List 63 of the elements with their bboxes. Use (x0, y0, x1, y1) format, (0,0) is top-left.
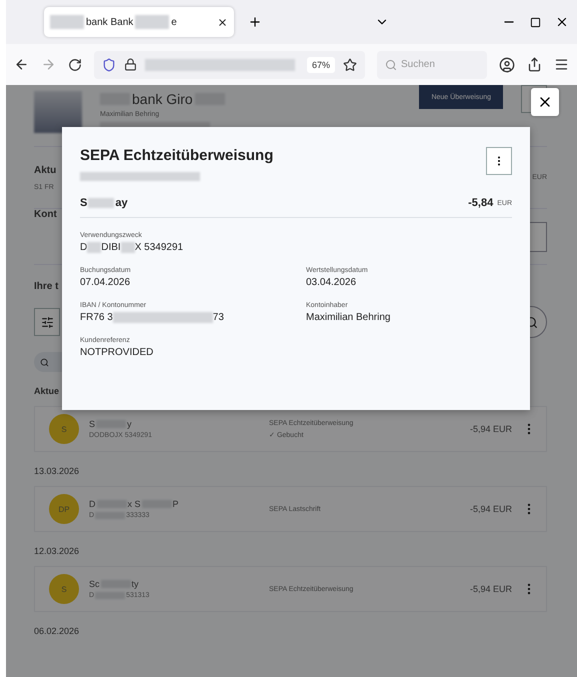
share-icon (527, 57, 542, 72)
text: 07.04.2026 (80, 277, 130, 288)
initials-avatar: DP (49, 494, 79, 524)
redaction-block (88, 198, 114, 208)
text: x S (128, 499, 141, 509)
date-heading: 13.03.2026 (34, 465, 80, 478)
star-icon (343, 58, 357, 72)
back-icon (14, 57, 29, 72)
text: P (172, 499, 179, 509)
shield-icon (102, 58, 116, 72)
text: 03.04.2026 (306, 277, 356, 288)
initials-avatar: S (49, 574, 79, 604)
address-bar[interactable]: 67% (94, 50, 365, 78)
logo-placeholder (34, 91, 82, 133)
close-button[interactable] (531, 88, 559, 116)
initials-avatar: S (49, 414, 79, 444)
section-title: Aktu (34, 164, 56, 176)
search-icon (40, 358, 49, 366)
redaction-block (50, 15, 84, 29)
amount: -5,84 (468, 197, 494, 209)
text: bank Bank (86, 16, 134, 28)
search-icon (385, 58, 397, 70)
lock-icon (124, 58, 137, 71)
text: NOTPROVIDED (80, 347, 154, 358)
browser-tab[interactable]: bank Bank e (44, 7, 234, 37)
text: ty (132, 579, 139, 589)
text: bank Giro (132, 91, 193, 107)
maximize-icon (530, 16, 541, 28)
text: D (80, 242, 88, 253)
text: FR76 3 (80, 312, 113, 323)
amount: -5,94 EUR (470, 584, 512, 594)
text: Sc (89, 579, 100, 589)
text: S (89, 419, 96, 429)
account-icon (499, 56, 515, 72)
redaction-block (87, 242, 102, 253)
menu-icon (554, 57, 569, 72)
date-heading: 12.03.2026 (34, 545, 80, 558)
text: 73 (212, 312, 224, 323)
text: ay (115, 197, 128, 209)
date-heading: Aktue (34, 385, 60, 398)
section-title: Ihre t (34, 281, 58, 292)
text: e (171, 16, 177, 28)
filter-button[interactable] (34, 308, 60, 336)
redaction-block (135, 15, 170, 29)
reload-icon (68, 58, 82, 72)
redaction-block (120, 242, 135, 253)
zoom-level[interactable]: 67% (306, 56, 335, 72)
close-icon (555, 15, 569, 29)
plus-icon (248, 15, 262, 29)
sliders-icon (40, 316, 54, 328)
forward-icon (41, 57, 56, 72)
text: y (127, 419, 132, 429)
section-title: Kont (34, 209, 57, 220)
text: DIBI (101, 242, 121, 253)
dialog-title: SEPA Echtzeitüberweisung (80, 147, 274, 164)
text: D (89, 499, 96, 509)
text: Maximilian Behring (306, 312, 390, 323)
date-heading: 06.02.2026 (34, 625, 80, 638)
text: S (80, 197, 88, 209)
amount: -5,94 EUR (470, 504, 512, 514)
amount: -5,94 EUR (470, 424, 512, 434)
close-icon (217, 16, 228, 28)
text: X 5349291 (134, 242, 184, 253)
